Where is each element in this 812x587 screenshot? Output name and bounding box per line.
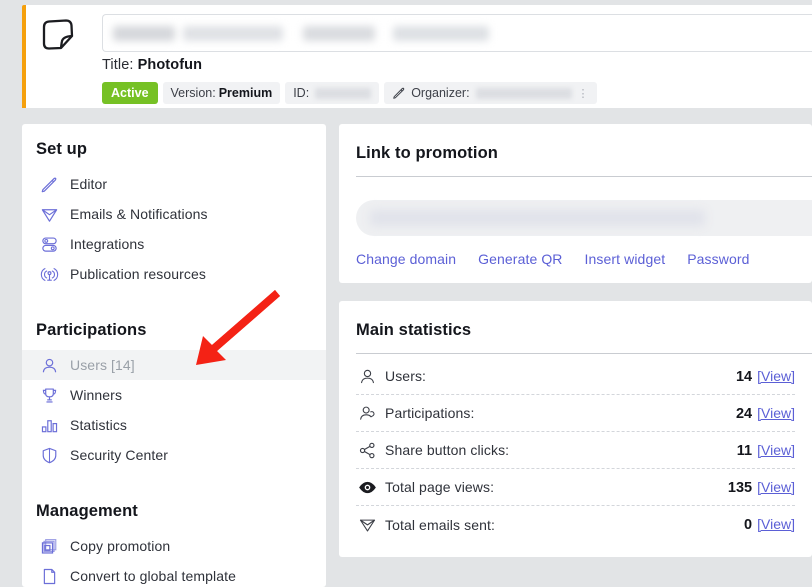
change-domain-link[interactable]: Change domain xyxy=(356,251,456,267)
sidebar-item-label: Copy promotion xyxy=(70,538,171,554)
sidebar-item-label: Integrations xyxy=(70,236,145,252)
page-root: Title: Photofun Active Version: Premium … xyxy=(0,0,812,587)
sidebar-section-title-management: Management xyxy=(36,502,138,520)
redacted-id-value xyxy=(315,87,372,99)
sidebar-item-integrations[interactable]: Integrations xyxy=(22,229,326,259)
broadcast-antenna-icon xyxy=(38,263,60,285)
promotion-meta-badges: Active Version: Premium ID: Organizer: ⋮ xyxy=(102,82,597,104)
pencil-icon xyxy=(392,86,406,100)
orange-accent-bar xyxy=(22,5,26,108)
sidebar-item-label: Emails & Notifications xyxy=(70,206,208,222)
stat-label: Total emails sent: xyxy=(385,516,495,533)
share-nodes-icon xyxy=(356,439,378,461)
sidebar-item-editor[interactable]: Editor xyxy=(22,169,326,199)
sidebar-item-label: Statistics xyxy=(70,417,128,433)
sidebar-item-convert-to-global-template[interactable]: Convert to global template xyxy=(22,561,326,587)
version-label: Version: xyxy=(170,86,216,100)
redacted-text xyxy=(303,26,375,41)
divider xyxy=(356,353,812,354)
user-hand-icon xyxy=(356,402,378,424)
status-badge: Active xyxy=(102,82,158,104)
stat-row-users: Users: 14 [View] xyxy=(356,358,795,395)
view-link[interactable]: [View] xyxy=(757,405,795,421)
link-card-actions: Change domain Generate QR Insert widget … xyxy=(356,251,750,267)
view-link[interactable]: [View] xyxy=(757,479,795,495)
user-icon xyxy=(38,354,60,376)
promotion-header-card: Title: Photofun Active Version: Premium … xyxy=(22,5,812,108)
organizer-badge[interactable]: Organizer: ⋮ xyxy=(384,82,597,104)
sidebar-nav: Set up Editor Emails & Notifications Int… xyxy=(22,124,326,587)
stat-label: Users: xyxy=(385,368,427,384)
stat-value: 14 xyxy=(735,368,753,385)
paper-plane-icon xyxy=(38,203,60,225)
stat-row-total-page-views: Total page views: 135 [View] xyxy=(356,469,795,506)
bar-chart-icon xyxy=(38,414,60,436)
redacted-organizer-value xyxy=(475,87,572,99)
stat-row-participations: Participations: 24 [View] xyxy=(356,395,795,432)
stat-value: 11 xyxy=(736,442,753,459)
id-badge: ID: xyxy=(285,82,380,104)
copy-icon xyxy=(38,535,60,557)
stat-value: 24 xyxy=(735,405,753,422)
view-link[interactable]: [View] xyxy=(757,368,795,384)
sidebar-item-label: Winners xyxy=(70,387,123,403)
sidebar-section-title-participations: Participations xyxy=(36,321,147,339)
stat-label: Total page views: xyxy=(385,479,495,495)
stat-row-share-button-clicks: Share button clicks: 11 [View] xyxy=(356,432,795,469)
promotion-title-line: Title: Photofun xyxy=(102,57,202,73)
version-badge: Version: Premium xyxy=(162,82,281,104)
promotion-url-field[interactable] xyxy=(356,200,812,236)
sidebar-item-label: Publication resources xyxy=(70,266,206,282)
redacted-text xyxy=(393,26,489,41)
insert-widget-link[interactable]: Insert widget xyxy=(585,251,666,267)
pencil-icon xyxy=(38,173,60,195)
title-value: Photofun xyxy=(137,57,203,73)
sidebar-item-label: Convert to global template xyxy=(70,568,237,584)
promotion-name-input[interactable] xyxy=(102,14,812,52)
redacted-text xyxy=(113,26,175,41)
shield-icon xyxy=(38,444,60,466)
eye-icon xyxy=(356,476,378,498)
organizer-label: Organizer: xyxy=(411,86,470,100)
link-to-promotion-card: Link to promotion Change domain Generate… xyxy=(339,124,812,283)
sidebar-item-security-center[interactable]: Security Center xyxy=(22,440,326,470)
paper-plane-icon xyxy=(356,514,378,536)
sidebar-item-emails-notifications[interactable]: Emails & Notifications xyxy=(22,199,326,229)
sidebar-item-winners[interactable]: Winners xyxy=(22,380,326,410)
stat-row-total-emails-sent: Total emails sent: 0 [View] xyxy=(356,506,795,543)
user-icon xyxy=(356,365,378,387)
sidebar-item-users[interactable]: Users [14] xyxy=(22,350,326,380)
redacted-url xyxy=(370,210,705,226)
link-card-title: Link to promotion xyxy=(356,144,498,162)
sidebar-item-label: Security Center xyxy=(70,447,168,463)
sidebar-item-label: Editor xyxy=(70,176,108,192)
sidebar-item-publication-resources[interactable]: Publication resources xyxy=(22,259,326,289)
title-label: Title: xyxy=(102,57,134,73)
version-value: Premium xyxy=(218,86,273,100)
stat-value: 135 xyxy=(727,479,753,496)
organizer-overflow-icon[interactable]: ⋮ xyxy=(578,87,589,100)
toggles-icon xyxy=(38,233,60,255)
status-badge-label: Active xyxy=(111,86,149,100)
sidebar-section-title-setup: Set up xyxy=(36,140,88,158)
sticker-folded-corner-icon xyxy=(36,15,78,57)
generate-qr-link[interactable]: Generate QR xyxy=(478,251,562,267)
view-link[interactable]: [View] xyxy=(757,516,795,532)
trophy-icon xyxy=(38,384,60,406)
stats-card-title: Main statistics xyxy=(356,321,472,339)
password-link[interactable]: Password xyxy=(687,251,749,267)
stat-label: Participations: xyxy=(385,405,475,421)
id-label: ID: xyxy=(293,86,310,100)
sidebar-item-label: Users [14] xyxy=(70,357,135,373)
sidebar-item-statistics[interactable]: Statistics xyxy=(22,410,326,440)
redacted-text xyxy=(183,26,283,41)
main-statistics-card: Main statistics Users: 14 [View] Partici… xyxy=(339,301,812,557)
document-page-icon xyxy=(38,565,60,587)
stat-label: Share button clicks: xyxy=(385,442,510,458)
divider xyxy=(356,176,812,177)
sidebar-item-copy-promotion[interactable]: Copy promotion xyxy=(22,531,326,561)
view-link[interactable]: [View] xyxy=(757,442,795,458)
stat-value: 0 xyxy=(744,517,753,533)
